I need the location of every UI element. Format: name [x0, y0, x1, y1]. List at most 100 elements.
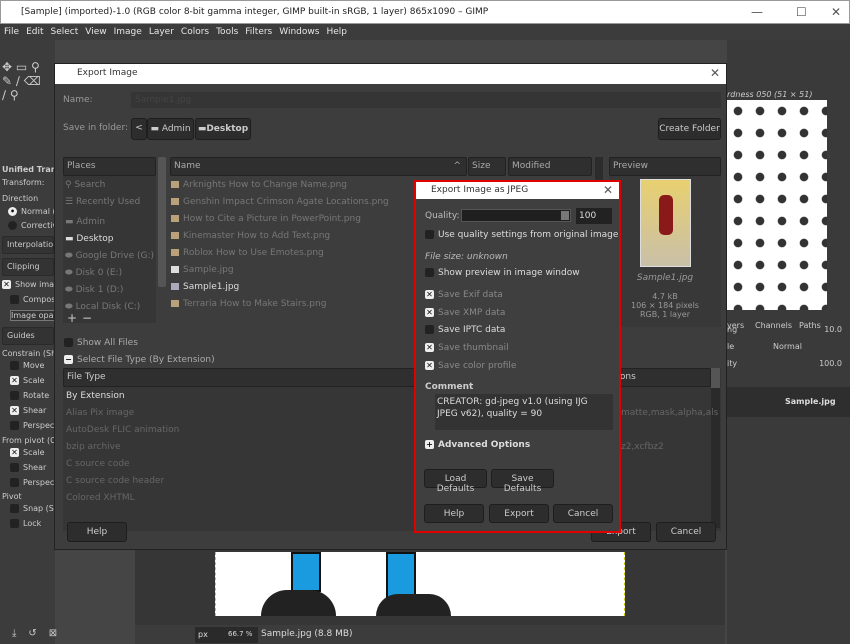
thumbnail-figure	[659, 195, 673, 235]
path-back-button[interactable]: <	[131, 118, 147, 140]
jpeg-export-button[interactable]: Export	[489, 504, 549, 523]
advanced-options-expander[interactable]: + Advanced Options	[425, 440, 530, 450]
preview-dims: 106 × 184 pixels	[631, 301, 699, 310]
tab-paths[interactable]: Paths	[799, 321, 821, 330]
unit-select[interactable]: px	[195, 627, 225, 643]
clipping-dropdown[interactable]: Clipping	[2, 258, 54, 276]
menu-tools[interactable]: Tools	[216, 27, 238, 37]
menu-filters[interactable]: Filters	[245, 27, 272, 37]
menu-colors[interactable]: Colors	[181, 27, 209, 37]
preview-thumbnail	[640, 179, 691, 267]
show-image-checkbox[interactable]: ✕ Show imag	[2, 280, 56, 289]
interpolation-dropdown[interactable]: Interpolation	[2, 236, 54, 254]
quality-spinner[interactable]: 100	[576, 208, 612, 224]
file-type-row[interactable]: Alias Pix image	[66, 408, 134, 418]
file-item[interactable]: Terraria How to Make Stairs.png	[171, 299, 326, 309]
maximize-button[interactable]: ☐	[796, 5, 807, 19]
preview-header: Preview	[609, 157, 721, 176]
mode-select[interactable]: le Normal	[727, 342, 850, 351]
places-scrollbar[interactable]	[158, 157, 166, 287]
comment-label: Comment	[425, 382, 474, 392]
file-item-selected[interactable]: Sample1.jpg	[171, 282, 239, 292]
menu-edit[interactable]: Edit	[26, 27, 43, 37]
jpeg-close-icon[interactable]: ✕	[603, 183, 613, 197]
save-iptc-checkbox[interactable]: Save IPTC data	[425, 325, 505, 335]
remove-place-button[interactable]: −	[82, 311, 92, 325]
show-all-files-checkbox[interactable]: Show All Files	[64, 338, 138, 348]
export-dialog-title: Export Image	[55, 64, 726, 84]
file-item[interactable]: Sample.jpg	[171, 265, 234, 275]
opacity-field[interactable]: ity 100.0	[727, 359, 850, 368]
layer-row[interactable]: Sample.jpg	[727, 387, 850, 417]
place-disk1[interactable]: ⬬ Disk 1 (D:)	[65, 285, 123, 295]
export-help-button[interactable]: Help	[67, 522, 127, 542]
column-modified[interactable]: Modified	[508, 157, 592, 176]
file-item[interactable]: Genshin Impact Crimson Agate Locations.p…	[171, 197, 389, 207]
file-type-scrollbar[interactable]	[711, 368, 720, 528]
file-type-row[interactable]: AutoDesk FLIC animation	[66, 425, 179, 435]
load-defaults-button[interactable]: Load Defaults	[424, 469, 487, 494]
place-search[interactable]: ⚲ Search	[65, 180, 105, 190]
column-size[interactable]: Size	[468, 157, 506, 176]
preview-size: 4.7 kB	[652, 292, 678, 301]
from-pivot-label: From pivot (Ct	[2, 436, 56, 445]
tab-layers[interactable]: yers	[727, 321, 744, 330]
transform-label: Transform:	[2, 178, 45, 187]
close-button[interactable]: ✕	[831, 5, 841, 19]
add-place-button[interactable]: +	[67, 311, 77, 325]
select-file-type-expander[interactable]: − Select File Type (By Extension)	[64, 355, 215, 365]
menu-select[interactable]: Select	[51, 27, 79, 37]
save-color-profile-checkbox[interactable]: ✕ Save color profile	[425, 361, 516, 371]
place-admin[interactable]: ▬ Admin	[65, 217, 105, 227]
export-image-dialog: Export Image ✕ Name: Sample1.jpg Save in…	[54, 63, 727, 550]
tab-channels[interactable]: Channels	[755, 321, 792, 330]
comment-textarea[interactable]: CREATOR: gd-jpeg v1.0 (using IJG JPEG v6…	[435, 394, 613, 430]
crumb-desktop[interactable]: ▬Desktop	[195, 118, 251, 140]
file-item[interactable]: How to Cite a Picture in PowerPoint.png	[171, 214, 361, 224]
file-type-row[interactable]: bzip archive	[66, 442, 121, 452]
menu-file[interactable]: File	[4, 27, 19, 37]
quality-slider[interactable]	[461, 209, 571, 222]
file-item[interactable]: Roblox How to Use Emotes.png	[171, 248, 324, 258]
tool-options-actions[interactable]: ⤓↺⊠↻	[12, 628, 66, 639]
jpeg-help-button[interactable]: Help	[424, 504, 484, 523]
brush-grid[interactable]	[727, 100, 827, 310]
extension-cell: matte,mask,alpha,als	[621, 408, 719, 418]
save-defaults-button[interactable]: Save Defaults	[491, 469, 554, 494]
zoom-select[interactable]: 66.7 %	[225, 627, 258, 643]
file-item[interactable]: Arknights How to Change Name.png	[171, 180, 347, 190]
menu-image[interactable]: Image	[114, 27, 142, 37]
file-item[interactable]: Kinemaster How to Add Text.png	[171, 231, 330, 241]
menu-help[interactable]: Help	[326, 27, 347, 37]
show-preview-checkbox[interactable]: Show preview in image window	[425, 268, 580, 278]
save-xmp-checkbox[interactable]: ✕ Save XMP data	[425, 308, 505, 318]
place-desktop[interactable]: ▬ Desktop	[65, 234, 114, 244]
image-canvas[interactable]	[215, 552, 625, 616]
character-leg	[291, 552, 321, 592]
crumb-admin[interactable]: ▬ Admin	[147, 118, 194, 140]
use-original-quality-checkbox[interactable]: Use quality settings from original image	[425, 230, 618, 240]
menu-layer[interactable]: Layer	[149, 27, 174, 37]
file-type-row[interactable]: By Extension	[66, 391, 125, 401]
extension-cell: z2,xcfbz2	[621, 442, 664, 452]
file-type-row[interactable]: C source code	[66, 459, 130, 469]
menu-view[interactable]: View	[85, 27, 106, 37]
place-local-disk[interactable]: ⬬ Local Disk (C:)	[65, 302, 140, 311]
save-thumbnail-checkbox[interactable]: ✕ Save thumbnail	[425, 343, 509, 353]
tool-icons[interactable]: ✥ ▭ ⚲ ✎ ∕ ⌫ ∕ ⚲	[2, 60, 56, 102]
minimize-button[interactable]: —	[751, 5, 763, 19]
guides-dropdown[interactable]: Guides	[2, 327, 54, 345]
export-cancel-button[interactable]: Cancel	[656, 522, 716, 542]
export-close-icon[interactable]: ✕	[710, 66, 720, 80]
file-type-row[interactable]: C source code header	[66, 476, 164, 486]
save-exif-checkbox[interactable]: ✕ Save Exif data	[425, 290, 503, 300]
file-type-row[interactable]: Colored XHTML	[66, 493, 135, 503]
create-folder-button[interactable]: Create Folder	[658, 118, 721, 140]
place-google-drive[interactable]: ⬬ Google Drive (G:)	[65, 251, 154, 261]
name-input[interactable]: Sample1.jpg	[131, 92, 721, 108]
place-disk0[interactable]: ⬬ Disk 0 (E:)	[65, 268, 122, 278]
menu-windows[interactable]: Windows	[279, 27, 319, 37]
place-recent[interactable]: ☰ Recently Used	[65, 197, 140, 207]
column-name[interactable]: Name ^	[170, 157, 467, 176]
jpeg-cancel-button[interactable]: Cancel	[553, 504, 613, 523]
